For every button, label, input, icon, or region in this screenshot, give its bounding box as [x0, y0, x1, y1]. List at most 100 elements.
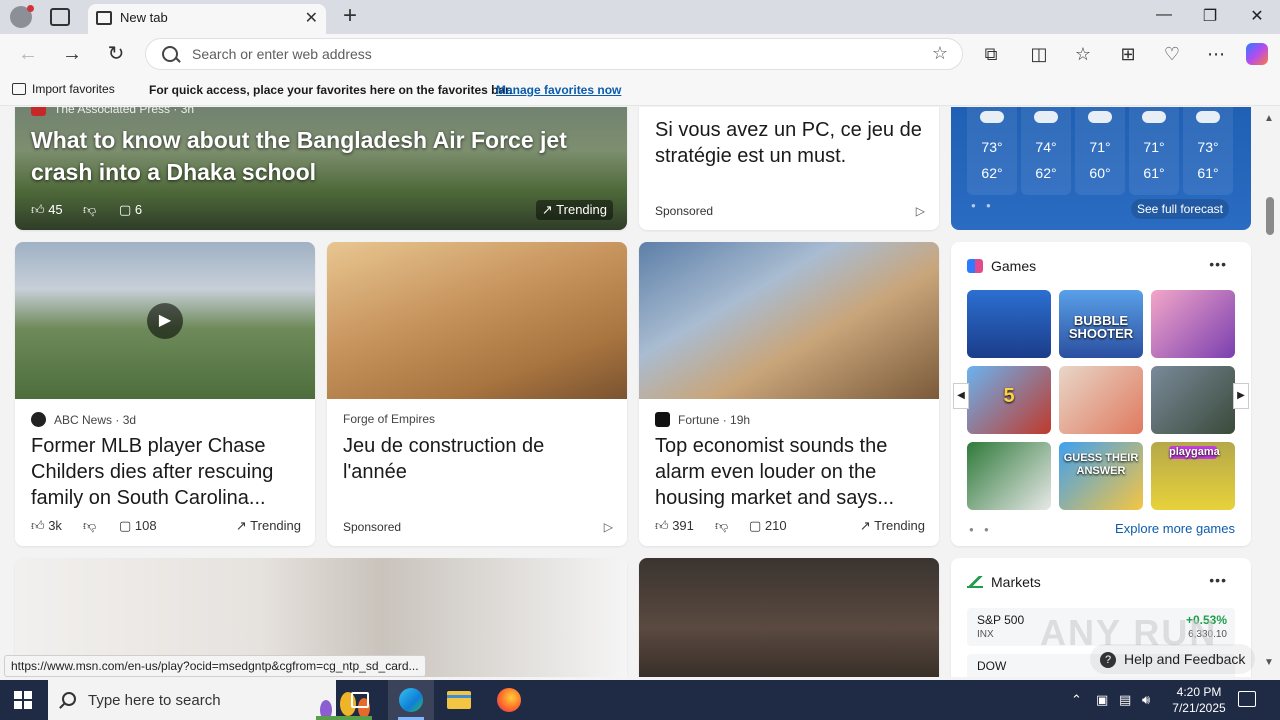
extensions-icon[interactable]: ⧉ — [979, 42, 1003, 66]
game-tile-guess-their-answer[interactable]: GUESS THEIR ANSWER — [1059, 442, 1143, 510]
games-more-options-icon[interactable]: ••• — [1209, 256, 1227, 272]
comments-button[interactable]: ▢ 210 — [749, 516, 787, 536]
restore-icon[interactable]: ❐ — [1198, 6, 1222, 26]
ad-choices-icon[interactable]: ▷ — [604, 520, 613, 534]
news-card-footer: 👍︎ 3k 👎︎ ▢ 108 ↗ Trending — [31, 516, 301, 536]
show-hidden-icons-chevron-icon[interactable]: ⌃ — [1071, 692, 1082, 708]
add-favorite-star-icon[interactable]: ☆ — [932, 43, 948, 64]
close-tab-icon[interactable]: ✕ — [305, 8, 318, 28]
markets-more-options-icon[interactable]: ••• — [1209, 572, 1227, 588]
markets-header: Markets — [967, 574, 1041, 590]
import-icon — [12, 83, 26, 95]
import-favorites-button[interactable]: Import favorites — [12, 82, 115, 96]
dislike-button[interactable]: 👎︎ — [83, 516, 96, 536]
taskbar-clock[interactable]: 4:20 PM 7/21/2025 — [1170, 684, 1228, 716]
address-input[interactable] — [192, 43, 912, 65]
games-prev-arrow-icon[interactable]: ◀ — [953, 383, 969, 409]
windows-start-icon[interactable] — [14, 691, 32, 709]
rain-cloud-icon — [1088, 107, 1112, 123]
settings-more-icon[interactable]: ⋯ — [1204, 42, 1228, 66]
game-tile-racing-city[interactable] — [1151, 366, 1235, 434]
trending-badge: ↗ Trending — [235, 518, 301, 533]
page-scrollbar[interactable]: ▲ ▼ — [1260, 107, 1280, 677]
news-card-bottom-middle[interactable] — [639, 558, 939, 677]
sponsored-card-forge[interactable]: Forge of Empires Jeu de construction de … — [327, 242, 627, 546]
scroll-down-icon[interactable]: ▼ — [1264, 657, 1274, 668]
sponsored-label: Sponsored — [655, 204, 714, 218]
collections-icon[interactable]: ⊞ — [1116, 42, 1140, 66]
forecast-day: 71° 60° — [1075, 107, 1125, 195]
profile-icon[interactable] — [10, 5, 34, 28]
news-headline[interactable]: Top economist sounds the alarm even loud… — [655, 433, 925, 511]
like-button[interactable]: 👍︎ 45 — [31, 200, 63, 220]
refresh-button[interactable]: ↻ — [104, 42, 128, 66]
forecast-day: 73° 61° — [1183, 107, 1233, 195]
search-icon — [62, 692, 76, 706]
browser-essentials-icon[interactable]: ♡ — [1160, 42, 1184, 66]
address-bar[interactable]: ☆ — [145, 38, 963, 70]
tab-title: New tab — [120, 10, 168, 25]
game-tile-fish[interactable]: 5 — [967, 366, 1051, 434]
game-tile-doctor[interactable] — [1059, 366, 1143, 434]
ad-choices-icon[interactable]: ▷ — [916, 204, 925, 218]
minimize-icon[interactable]: — — [1152, 6, 1176, 24]
file-explorer-icon[interactable] — [436, 680, 482, 720]
split-screen-icon[interactable]: ◫ — [1027, 42, 1051, 66]
game-tile-mahjong[interactable] — [967, 442, 1051, 510]
sponsored-headline[interactable]: Si vous avez un PC, ce jeu de stratégie … — [655, 117, 925, 169]
news-card-abc[interactable]: ▶ ABC News · 3d Former MLB player Chase … — [15, 242, 315, 546]
favorites-bar: Import favorites For quick access, place… — [0, 74, 1280, 106]
explore-more-games-link[interactable]: Explore more games — [1115, 521, 1235, 536]
trending-badge: ↗ Trending — [535, 200, 613, 220]
favorites-icon[interactable]: ☆ — [1071, 42, 1095, 66]
scrollbar-thumb[interactable] — [1266, 197, 1274, 235]
news-headline[interactable]: Former MLB player Chase Childers dies af… — [31, 433, 301, 511]
games-next-arrow-icon[interactable]: ▶ — [1233, 383, 1249, 409]
network-icon[interactable]: ▤ — [1119, 692, 1131, 708]
news-card-ap[interactable]: The Associated Press · 3h What to know a… — [15, 107, 627, 230]
new-tab-button[interactable]: + — [338, 2, 362, 30]
forward-button[interactable]: → — [60, 42, 84, 66]
tab-actions-icon[interactable] — [50, 8, 70, 26]
firefox-icon[interactable] — [486, 680, 532, 720]
dislike-button[interactable]: 👎︎ — [715, 516, 728, 536]
sponsored-card-pc-game[interactable]: Si vous avez un PC, ce jeu de stratégie … — [639, 107, 939, 230]
comments-button[interactable]: ▢ 108 — [119, 516, 157, 536]
scroll-up-icon[interactable]: ▲ — [1264, 113, 1274, 124]
edge-taskbar-icon[interactable] — [388, 680, 434, 720]
help-and-feedback-button[interactable]: ? Help and Feedback — [1090, 644, 1255, 674]
carousel-dots: ● ● — [969, 525, 993, 534]
game-tile-block-puzzle[interactable] — [967, 290, 1051, 358]
news-card-footer: 👍︎ 391 👎︎ ▢ 210 ↗ Trending — [655, 516, 925, 536]
taskbar-search-box[interactable]: Type here to search — [48, 680, 372, 720]
news-headline[interactable]: What to know about the Bangladesh Air Fo… — [31, 124, 613, 188]
tab-new-tab[interactable]: New tab ✕ — [88, 4, 326, 34]
device-tray-icon[interactable]: ▣ — [1096, 692, 1108, 708]
news-source: Fortune · 19h — [655, 412, 750, 427]
comments-button[interactable]: ▢ 6 — [119, 200, 142, 220]
sponsored-label: Sponsored — [343, 520, 402, 534]
manage-favorites-link[interactable]: Manage favorites now — [496, 83, 621, 97]
like-button[interactable]: 👍︎ 3k — [31, 516, 62, 536]
game-tile-bubble-shooter[interactable]: BUBBLE SHOOTER — [1059, 290, 1143, 358]
volume-icon[interactable]: 🔊︎ — [1142, 692, 1150, 708]
notifications-icon[interactable] — [1238, 691, 1256, 707]
navigation-bar: ← → ↻ ☆ ⧉ ◫ ☆ ⊞ ♡ ⋯ — [0, 34, 1280, 74]
weather-card[interactable]: 73° 62° 74° 62° 71° 60° 71° 61° 73° 61° ● ● S… — [951, 107, 1251, 230]
like-button[interactable]: 👍︎ 391 — [655, 516, 694, 536]
news-card-footer: 👍︎ 45 👎︎ ▢ 6 ↗ Trending — [31, 200, 613, 220]
close-window-icon[interactable]: ✕ — [1245, 6, 1269, 26]
back-button[interactable]: ← — [16, 42, 40, 66]
game-tile-playgama-car[interactable]: playgama — [1151, 442, 1235, 510]
game-tile-makeup[interactable] — [1151, 290, 1235, 358]
copilot-icon[interactable] — [1246, 43, 1268, 65]
dislike-button[interactable]: 👎︎ — [83, 200, 96, 220]
news-card-fortune[interactable]: Fortune · 19h Top economist sounds the a… — [639, 242, 939, 546]
sponsored-headline[interactable]: Jeu de construction de l'année — [343, 433, 613, 485]
play-video-icon[interactable]: ▶ — [147, 303, 183, 339]
taskbar-search-placeholder: Type here to search — [88, 692, 221, 709]
search-icon — [162, 46, 178, 62]
task-view-icon[interactable] — [337, 680, 383, 720]
carousel-dots: ● ● — [971, 201, 995, 210]
see-full-forecast-link[interactable]: See full forecast — [1131, 199, 1229, 219]
